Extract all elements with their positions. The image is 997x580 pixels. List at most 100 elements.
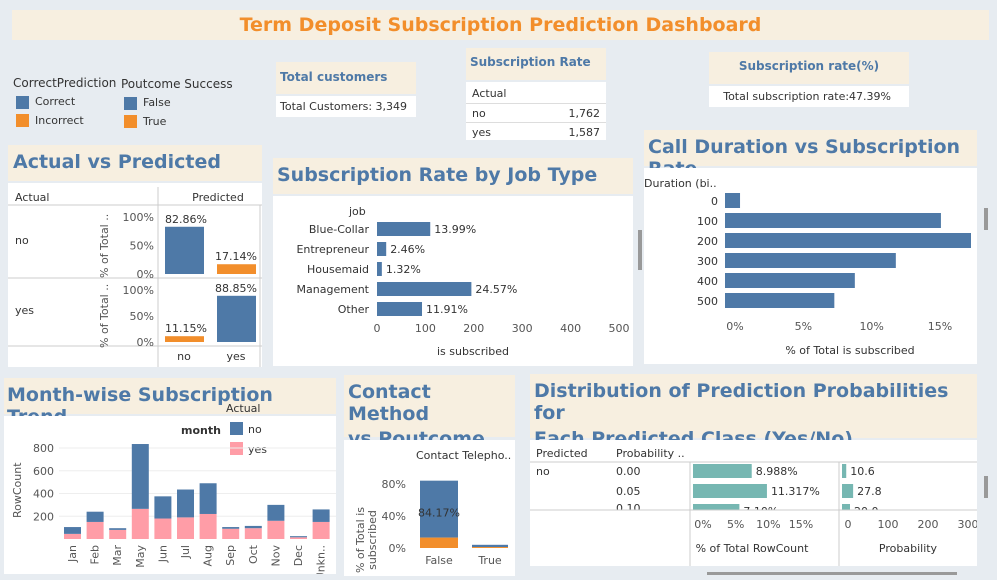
dashboard-title: Term Deposit Subscription Prediction Das…: [239, 14, 762, 36]
job-chart-header: Subscription Rate by Job Type: [273, 158, 633, 194]
bar-no[interactable]: [290, 536, 307, 538]
bar-label: 11.91%: [426, 303, 468, 316]
legend-label-yes[interactable]: yes: [248, 443, 267, 456]
bar[interactable]: [725, 213, 941, 228]
category-label: Entrepreneur: [296, 243, 369, 256]
bar-yes[interactable]: [222, 528, 240, 539]
legend-item-correct[interactable]: Correct: [13, 95, 116, 109]
prob-chart-vscrollbar[interactable]: [984, 476, 988, 498]
month-label: Feb: [89, 545, 102, 564]
bar-yes[interactable]: [177, 517, 194, 539]
bar-label: 88.85%: [215, 282, 257, 295]
bar-no[interactable]: [109, 528, 127, 530]
legend-swatch: [124, 96, 137, 110]
bar-no[interactable]: [312, 509, 330, 522]
bar-no[interactable]: [177, 489, 194, 518]
bar-yes[interactable]: [109, 529, 127, 539]
bar-yes[interactable]: [131, 508, 149, 539]
bar-true[interactable]: [472, 547, 508, 548]
tick-label: 5%: [795, 320, 812, 333]
bar-yes[interactable]: [290, 537, 307, 539]
bar[interactable]: [377, 242, 387, 256]
bar-yes[interactable]: [312, 521, 330, 539]
total-customers-text: Total Customers: 3,349: [280, 100, 408, 113]
bar[interactable]: [377, 302, 423, 316]
bar-yes[interactable]: [244, 528, 262, 539]
bar-yes[interactable]: [86, 521, 104, 539]
month-label: Jul: [179, 545, 192, 559]
duration-x-label: % of Total is subscribed: [785, 344, 914, 357]
bar-no[interactable]: [64, 527, 81, 534]
legend-item-true[interactable]: True: [121, 115, 233, 128]
category-label: 400: [697, 275, 718, 288]
month-label: Jun: [156, 545, 169, 563]
bar-pct[interactable]: [693, 464, 752, 478]
legend-label-no[interactable]: no: [248, 423, 262, 436]
bar[interactable]: [725, 273, 855, 288]
bar-prob[interactable]: [842, 464, 847, 478]
bar-prob[interactable]: [842, 484, 854, 498]
month-label: May: [134, 545, 147, 568]
tick-label: 400: [560, 322, 581, 335]
bar-no[interactable]: [131, 444, 149, 509]
bar-true[interactable]: [420, 537, 458, 548]
month-label: Jan: [66, 545, 79, 563]
bar-yes[interactable]: [154, 518, 172, 539]
contact-col-label: Contact Telepho..: [416, 449, 511, 462]
tick-label: 300: [958, 518, 978, 531]
legend-title-actual: Actual: [226, 416, 260, 417]
row-label-no: no: [15, 234, 29, 247]
row-label-yes: yes: [15, 304, 34, 317]
job-chart-scrollbar[interactable]: [638, 230, 642, 270]
bar-no[interactable]: [267, 504, 285, 521]
probability-bin: 0.00: [616, 465, 641, 478]
bar-yes[interactable]: [267, 520, 285, 539]
bar-no[interactable]: [154, 496, 172, 519]
duration-chart-scrollbar[interactable]: [984, 208, 988, 230]
bar-no[interactable]: [244, 525, 262, 529]
subscription-pct-title: Subscription rate(%): [738, 59, 880, 73]
bar-label: 11.15%: [165, 322, 207, 335]
duration-dim-label: Duration (bi..: [644, 177, 717, 190]
bar[interactable]: [725, 293, 835, 308]
tick-label: 40%: [382, 510, 406, 523]
bar-no[interactable]: [86, 511, 104, 522]
month-y-label: RowCount: [11, 462, 24, 518]
bar[interactable]: [165, 336, 204, 342]
tick-label: 500: [609, 322, 630, 335]
bar-label: 2.46%: [390, 243, 425, 256]
bar[interactable]: [725, 253, 896, 268]
bar-yes[interactable]: [199, 513, 217, 539]
month-label: Nov: [269, 545, 282, 567]
bar[interactable]: [377, 222, 431, 236]
tick-label: 800: [33, 442, 54, 455]
month-label: Oct: [247, 544, 260, 564]
table-row[interactable]: yes 1,587: [466, 122, 606, 141]
bar[interactable]: [217, 295, 256, 342]
bar-no[interactable]: [199, 483, 217, 514]
prob-chart-hscrollbar[interactable]: [707, 572, 957, 575]
bar-no[interactable]: [222, 527, 240, 529]
bar[interactable]: [377, 262, 382, 276]
table-row[interactable]: no 1,762: [466, 103, 606, 123]
tick-label: 100: [878, 518, 899, 531]
bar[interactable]: [725, 233, 971, 248]
probability-bin: 0.05: [616, 485, 641, 498]
col-predicted: Predicted: [536, 447, 588, 460]
legend-item-false[interactable]: False: [121, 96, 233, 110]
legend-label: Incorrect: [35, 113, 84, 127]
bar-label: 13.99%: [434, 223, 476, 236]
bar[interactable]: [377, 282, 472, 296]
bar-pct[interactable]: [693, 484, 767, 498]
bar[interactable]: [217, 264, 256, 274]
actual-vs-predicted-chart: Actual Predicted no yes % of Total .. % …: [8, 187, 262, 367]
bar-yes[interactable]: [64, 533, 81, 539]
col-label-no: no: [177, 350, 191, 363]
month-dim-label: month: [181, 424, 221, 437]
tick-label: 100%: [123, 284, 154, 297]
bar-false[interactable]: [472, 544, 508, 548]
bar[interactable]: [725, 193, 741, 208]
bar[interactable]: [165, 226, 204, 274]
legend-item-incorrect[interactable]: Incorrect: [13, 113, 116, 127]
job-chart-title: Subscription Rate by Job Type: [277, 164, 598, 186]
